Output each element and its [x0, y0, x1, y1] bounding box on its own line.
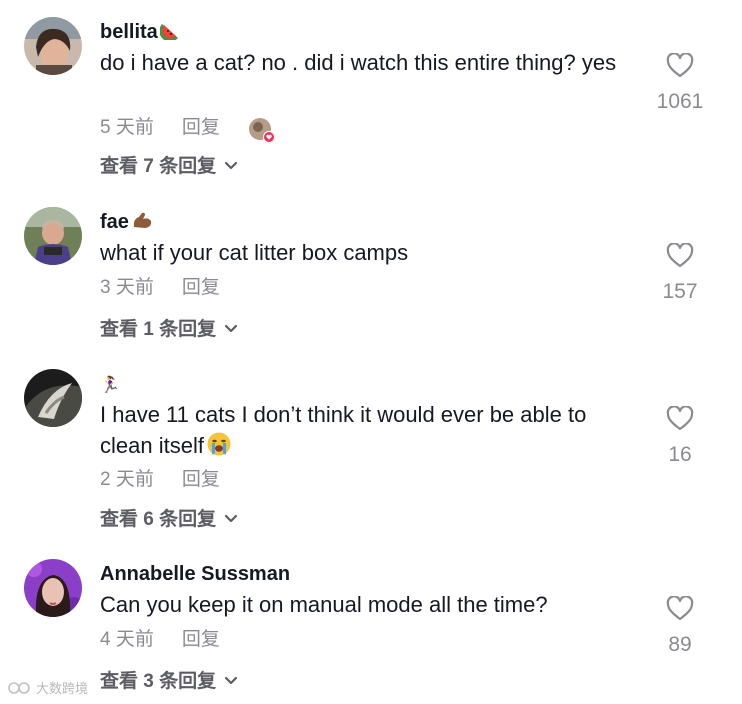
heart-icon[interactable] [655, 595, 705, 627]
chevron-down-icon[interactable] [224, 668, 238, 692]
comment-time: 4 天前 [100, 629, 154, 650]
watermark-text: 大数跨境 [36, 682, 89, 697]
view-replies-label[interactable]: 查看 3 条回复 [100, 671, 216, 692]
comment-item: Annabelle Sussman Can you keep it on man… [0, 0, 742, 704]
comment-meta: 4 天前 回复 [100, 628, 220, 652]
reply-button[interactable]: 回复 [182, 628, 220, 652]
username-text[interactable]: Annabelle Sussman [100, 563, 290, 585]
watermark-logo-icon [8, 681, 32, 699]
view-replies-button[interactable]: 查看 3 条回复 [100, 668, 238, 694]
username[interactable]: Annabelle Sussman [100, 562, 290, 586]
watermark: 大数跨境 [8, 678, 88, 699]
comment-text: Can you keep it on manual mode all the t… [100, 592, 548, 617]
like-area: 89 [655, 595, 705, 657]
avatar[interactable] [24, 559, 82, 617]
like-count: 89 [668, 633, 692, 656]
